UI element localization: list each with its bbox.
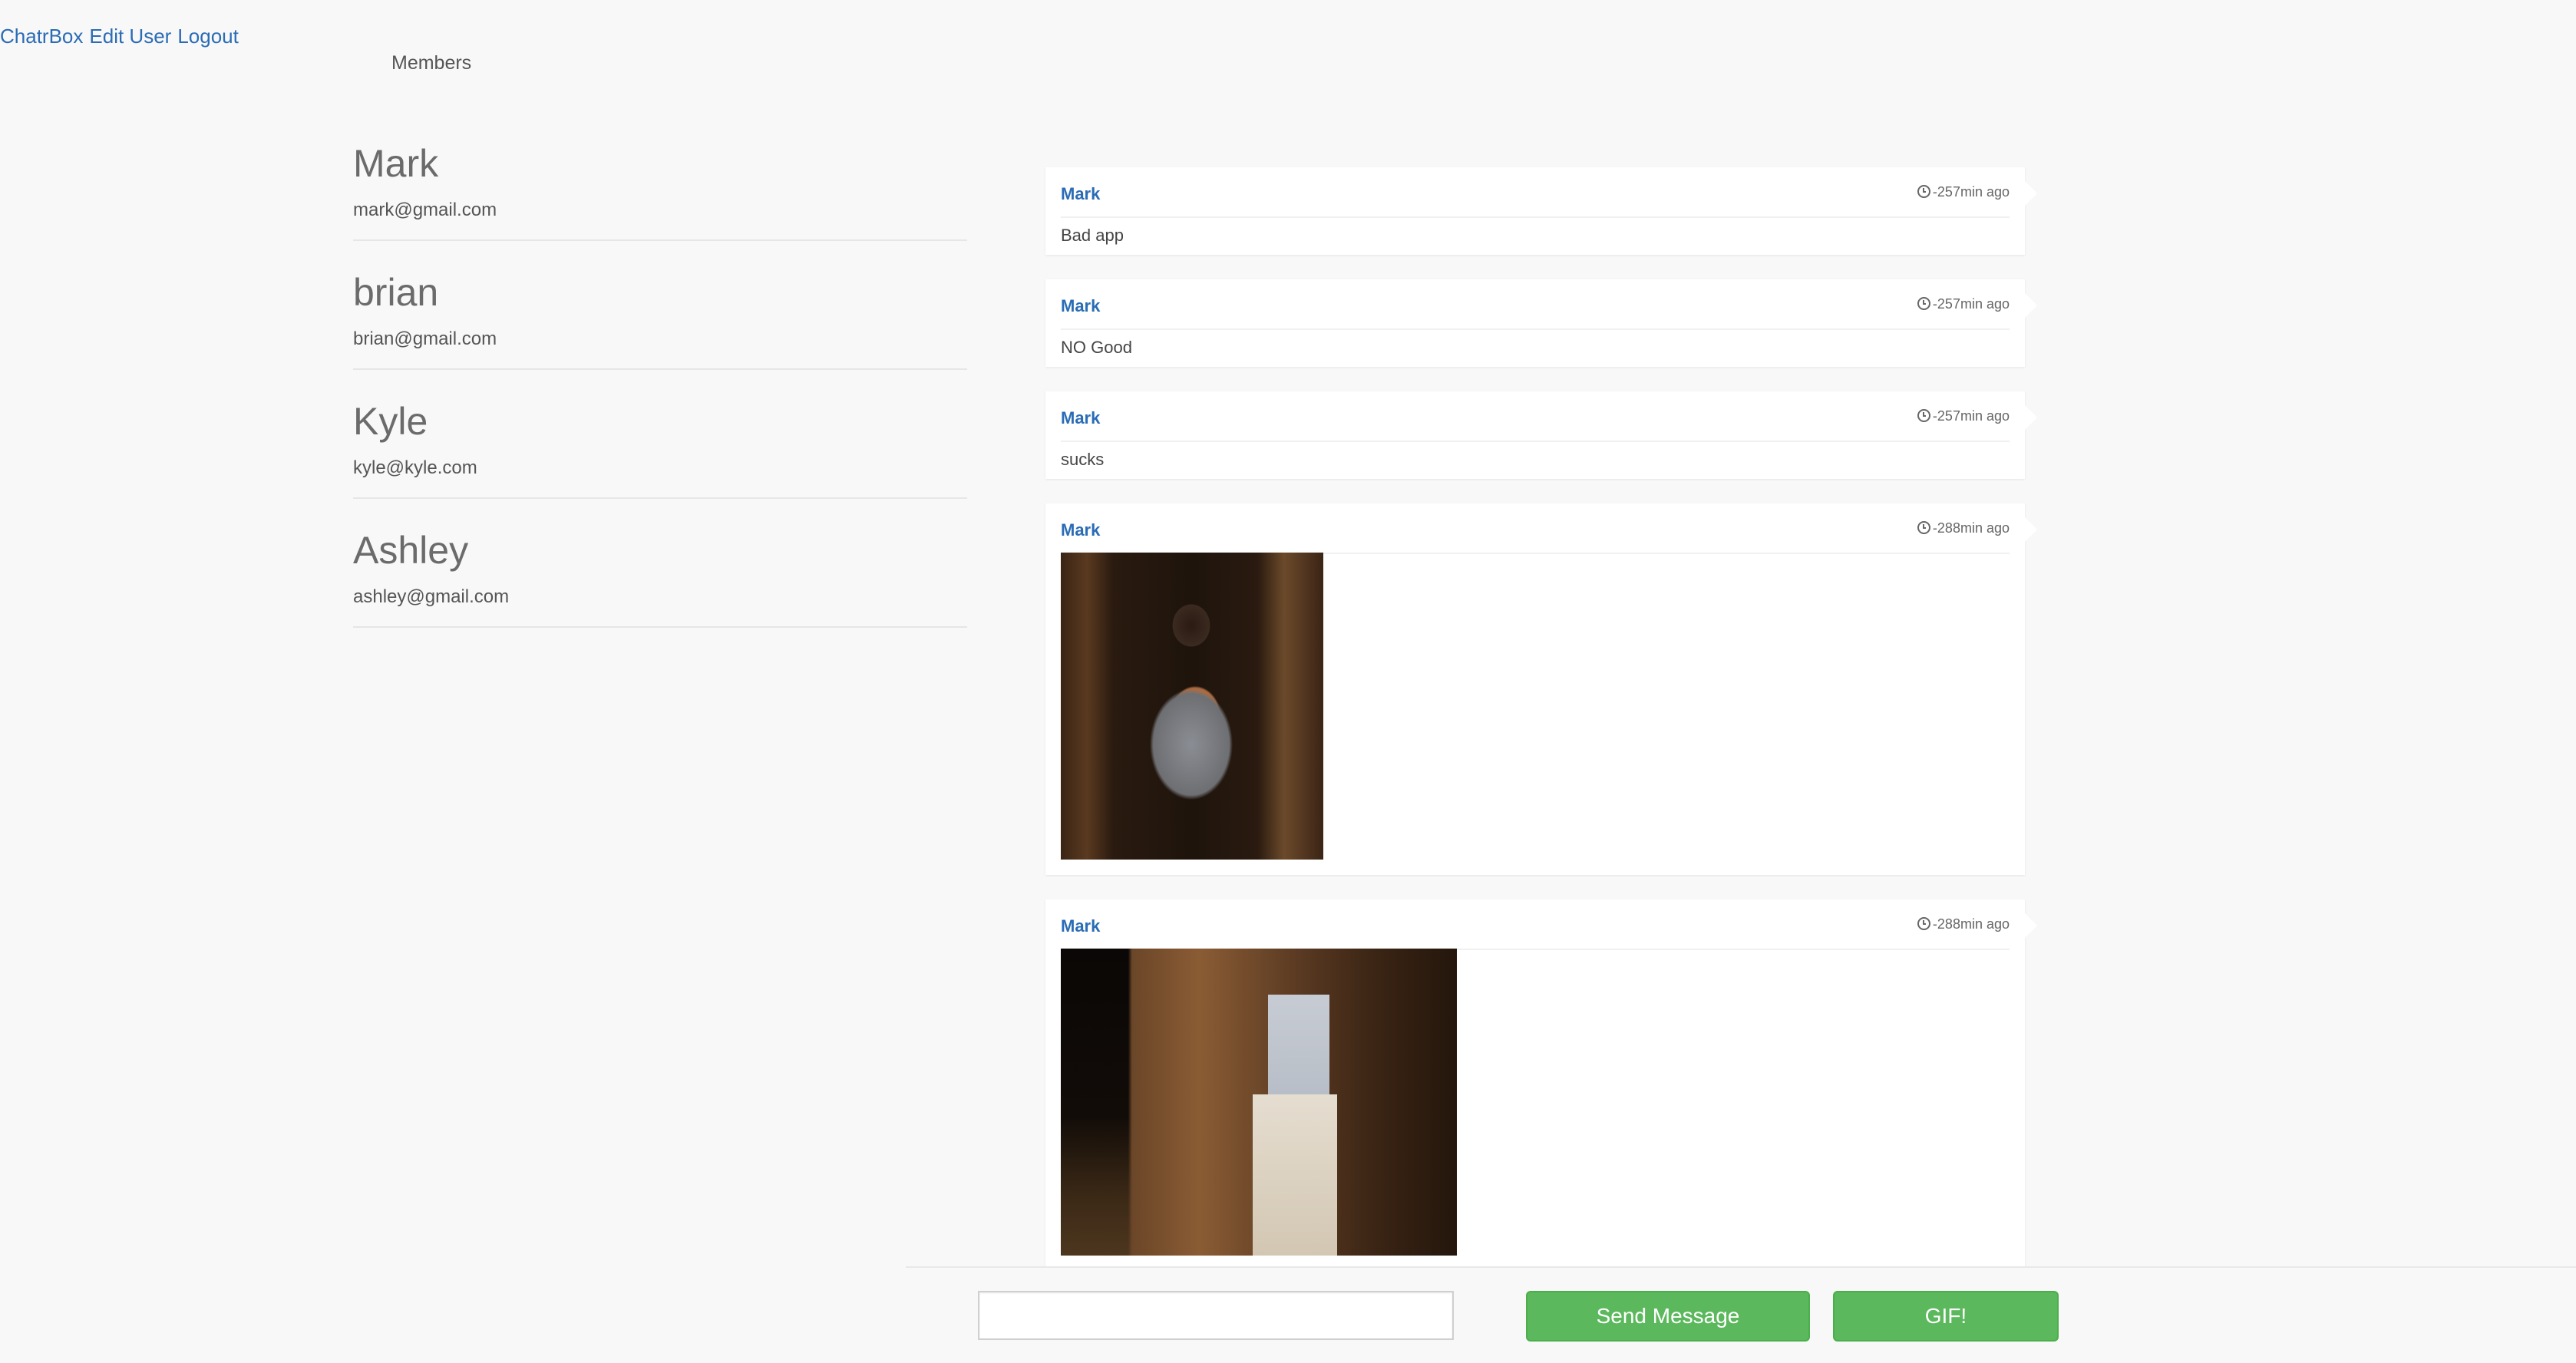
- message-timestamp: -257min ago: [1917, 296, 2010, 312]
- nav-link-logout[interactable]: Logout: [177, 25, 239, 48]
- message-timestamp: -257min ago: [1917, 184, 2010, 200]
- member-email: ashley@gmail.com: [353, 586, 510, 607]
- gif-image: [1061, 553, 1323, 860]
- clock-icon: [1917, 521, 1930, 534]
- member-item: Mark mark@gmail.com: [353, 144, 967, 241]
- member-name: Mark: [353, 142, 439, 185]
- top-nav: ChatrBox Edit User Logout: [0, 25, 245, 48]
- message-author[interactable]: Mark: [1061, 520, 1100, 540]
- member-name: brian: [353, 271, 439, 314]
- member-item: Ashley ashley@gmail.com: [353, 531, 967, 628]
- clock-icon: [1917, 297, 1930, 310]
- message-header: Mark -288min ago: [1061, 503, 2010, 554]
- message-text: Bad app: [1061, 226, 1124, 245]
- message-author[interactable]: Mark: [1061, 184, 1100, 204]
- message-timestamp: -288min ago: [1917, 916, 2010, 932]
- send-message-button[interactable]: Send Message: [1526, 1291, 1810, 1342]
- message-text: sucks: [1061, 450, 1105, 469]
- message-author[interactable]: Mark: [1061, 916, 1100, 936]
- nav-link-edit-user[interactable]: Edit User: [89, 25, 171, 48]
- message-card: Mark -288min ago: [1045, 899, 2037, 1268]
- message-header: Mark -257min ago: [1061, 279, 2010, 330]
- message-card: Mark -257min ago sucks: [1045, 391, 2037, 479]
- message-timestamp: -257min ago: [1917, 408, 2010, 424]
- member-name: Kyle: [353, 400, 428, 443]
- message-header: Mark -257min ago: [1061, 391, 2010, 442]
- nav-link-chatrbox[interactable]: ChatrBox: [0, 25, 83, 48]
- message-card: Mark -288min ago: [1045, 503, 2037, 875]
- message-timestamp: -288min ago: [1917, 520, 2010, 536]
- member-email: mark@gmail.com: [353, 200, 497, 220]
- member-item: Kyle kyle@kyle.com: [353, 402, 967, 499]
- message-author[interactable]: Mark: [1061, 296, 1100, 316]
- message-text: NO Good: [1061, 338, 1132, 357]
- message-input[interactable]: [978, 1291, 1454, 1340]
- member-email: brian@gmail.com: [353, 328, 497, 349]
- member-item: brian brian@gmail.com: [353, 273, 967, 370]
- member-email: kyle@kyle.com: [353, 457, 477, 478]
- clock-icon: [1917, 185, 1930, 198]
- member-name: Ashley: [353, 529, 469, 572]
- members-heading: Members: [391, 52, 472, 74]
- clock-icon: [1917, 409, 1930, 422]
- clock-icon: [1917, 917, 1930, 930]
- message-card: Mark -257min ago NO Good: [1045, 279, 2037, 367]
- gif-button[interactable]: GIF!: [1833, 1291, 2059, 1342]
- message-header: Mark -257min ago: [1061, 167, 2010, 218]
- message-card: Mark -257min ago Bad app: [1045, 167, 2037, 255]
- message-header: Mark -288min ago: [1061, 899, 2010, 950]
- message-author[interactable]: Mark: [1061, 408, 1100, 428]
- gif-image: [1061, 949, 1457, 1256]
